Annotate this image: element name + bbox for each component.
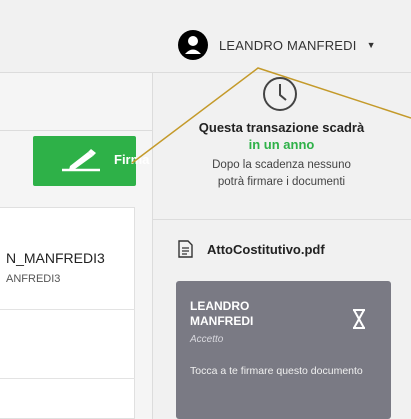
sign-button-label: Firma [114, 152, 150, 167]
pen-icon [60, 148, 106, 179]
document-subtitle: ANFREDI3 [6, 273, 61, 285]
divider [152, 219, 411, 220]
chevron-down-icon[interactable]: ▼ [367, 40, 376, 50]
divider [0, 130, 152, 131]
expiry-highlight: in un anno [248, 137, 315, 152]
user-name[interactable]: LEANDRO MANFREDI [219, 38, 357, 53]
document-icon [178, 240, 193, 258]
user-avatar-icon [178, 30, 208, 60]
row-divider [0, 309, 135, 310]
signer-status: Accetto [190, 334, 224, 345]
expiry-note-text: Dopo la scadenza nessuno potrà firmare i… [212, 159, 351, 188]
clock-icon [263, 77, 297, 111]
signer-card[interactable]: LEANDRO MANFREDI Accetto Tocca a te firm… [176, 281, 391, 419]
row-divider [0, 378, 135, 379]
document-list: N_MANFREDI3 ANFREDI3 [0, 207, 135, 419]
signer-name: LEANDRO MANFREDI [190, 299, 254, 328]
document-title[interactable]: N_MANFREDI3 [6, 250, 105, 266]
file-name[interactable]: AttoCostitutivo.pdf [207, 242, 325, 257]
hourglass-icon [353, 309, 365, 329]
sign-button[interactable]: Firma [33, 136, 149, 186]
expiry-title: Questa transazione scadrà [198, 120, 365, 135]
file-item[interactable]: AttoCostitutivo.pdf [178, 240, 325, 258]
expiry-note: Dopo la scadenza nessuno potrà firmare i… [152, 157, 411, 191]
user-menu[interactable]: LEANDRO MANFREDI ▼ [178, 30, 375, 60]
signer-message: Tocca a te firmare questo documento [190, 365, 363, 377]
expiry-info: Questa transazione scadrà in un anno Dop… [152, 120, 411, 191]
top-bar: LEANDRO MANFREDI ▼ [0, 0, 411, 73]
